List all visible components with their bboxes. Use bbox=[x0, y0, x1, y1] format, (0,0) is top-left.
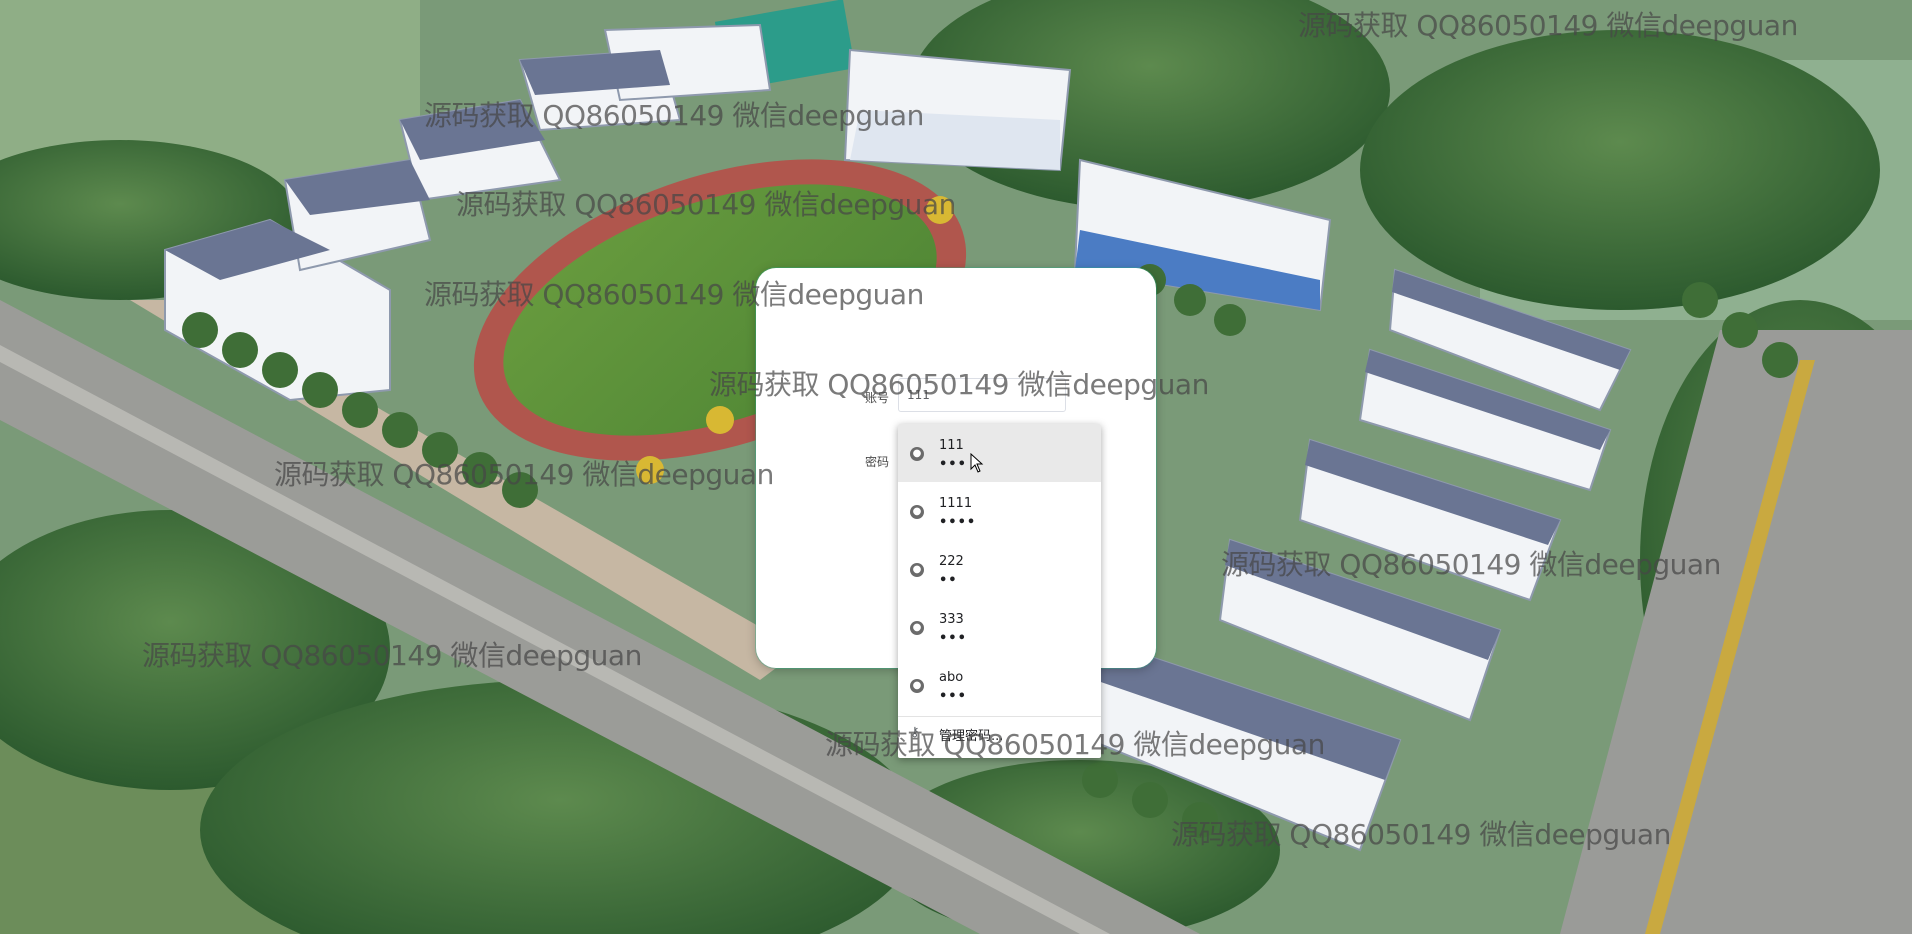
globe-icon: ● bbox=[910, 679, 924, 693]
globe-icon: ● bbox=[910, 447, 924, 461]
autofill-username: 333 bbox=[939, 612, 964, 627]
manage-passwords-item[interactable]: ⚷ 管理密码... bbox=[898, 717, 1101, 749]
password-label: 密码 bbox=[865, 455, 890, 469]
autofill-item[interactable]: ● 1111 •••• bbox=[898, 482, 1101, 540]
autofill-username: 222 bbox=[939, 554, 964, 569]
key-icon: ⚷ bbox=[910, 725, 920, 740]
autofill-username: abo bbox=[939, 670, 964, 685]
autofill-username: 1111 bbox=[939, 496, 973, 511]
autofill-password: ••• bbox=[939, 457, 967, 472]
account-input[interactable] bbox=[898, 378, 1066, 412]
autofill-item[interactable]: ● 333 ••• bbox=[898, 598, 1101, 656]
autofill-item[interactable]: ● abo ••• bbox=[898, 656, 1101, 714]
autofill-password: •• bbox=[939, 573, 958, 588]
globe-icon: ● bbox=[910, 505, 924, 519]
autofill-dropdown: ● 111 ••• ● 1111 •••• ● 222 •• ● 333 •••… bbox=[898, 424, 1101, 758]
globe-icon: ● bbox=[910, 621, 924, 635]
mouse-pointer-icon bbox=[970, 453, 984, 473]
autofill-item[interactable]: ● 222 •• bbox=[898, 540, 1101, 598]
manage-passwords-label: 管理密码... bbox=[939, 729, 1004, 744]
autofill-password: ••• bbox=[939, 631, 967, 646]
desktop-scene: 账号 密码 ● 111 ••• ● 1111 •••• ● 222 •• ● 3… bbox=[0, 0, 1912, 934]
account-label: 账号 bbox=[865, 391, 890, 405]
autofill-username: 111 bbox=[939, 438, 964, 453]
globe-icon: ● bbox=[910, 563, 924, 577]
autofill-password: •••• bbox=[939, 515, 977, 530]
autofill-item[interactable]: ● 111 ••• bbox=[898, 424, 1101, 482]
autofill-password: ••• bbox=[939, 689, 967, 704]
